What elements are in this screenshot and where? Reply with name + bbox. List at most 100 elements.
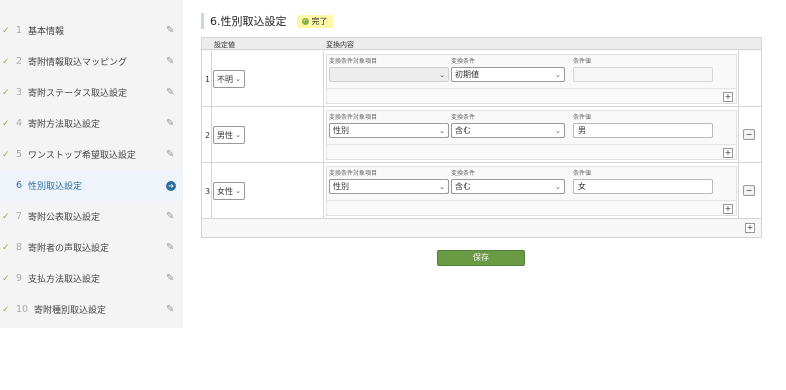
chevron-down-icon: ⌄ xyxy=(235,131,241,139)
row-index: 3 xyxy=(205,186,211,196)
value-label: 条件値 xyxy=(573,170,592,177)
step-label: 基本情報 xyxy=(28,27,65,37)
condition-value: 含む xyxy=(455,126,471,135)
step-label: 寄附情報取込マッピング xyxy=(28,58,128,68)
divider xyxy=(738,51,739,107)
step-number: 7 xyxy=(16,211,23,222)
check-icon: ✓ xyxy=(2,25,10,36)
col-setting-header: 設定値 xyxy=(214,41,235,49)
sidebar-step-7[interactable]: ✓ 7 寄附公表取込設定 ✎ xyxy=(0,201,183,232)
step-number: 5 xyxy=(16,149,23,160)
pencil-icon[interactable]: ✎ xyxy=(166,242,174,253)
pencil-icon[interactable]: ✎ xyxy=(166,304,174,315)
target-select[interactable]: 性別 ⌄ xyxy=(329,179,449,194)
divider xyxy=(211,107,212,163)
step-number: 2 xyxy=(16,56,23,67)
sidebar-step-8[interactable]: ✓ 8 寄附者の声取込設定 ✎ xyxy=(0,232,183,263)
setting-value: 不明 xyxy=(217,74,233,84)
condition-value-input[interactable]: 男 xyxy=(573,123,713,138)
pencil-icon[interactable]: ✎ xyxy=(166,211,174,222)
arrow-circle-icon[interactable]: ➜ xyxy=(166,180,176,191)
divider xyxy=(327,88,736,89)
chevron-down-icon: ⌄ xyxy=(555,182,561,191)
divider xyxy=(211,51,212,107)
step-label: 寄附者の声取込設定 xyxy=(28,244,110,254)
pencil-icon[interactable]: ✎ xyxy=(166,118,174,129)
condition-group: 変換条件対象項目 変換条件 条件値 性別 ⌄ 含む ⌄ 女 + xyxy=(326,166,737,216)
page-title: 6.性別取込設定 xyxy=(210,15,287,28)
sidebar-step-10[interactable]: ✓ 10 寄附種別取込設定 ✎ xyxy=(0,294,183,325)
condition-label: 変換条件 xyxy=(451,170,476,177)
add-condition-button[interactable]: + xyxy=(723,148,733,158)
setting-select[interactable]: 不明 ⌄ xyxy=(213,70,245,88)
setting-value: 女性 xyxy=(217,186,233,196)
step-label: ワンストップ希望取込設定 xyxy=(28,151,136,161)
sidebar-step-1[interactable]: ✓ 1 基本情報 ✎ xyxy=(0,15,183,46)
condition-value-text: 男 xyxy=(578,126,586,135)
divider xyxy=(211,163,212,219)
condition-value-input[interactable] xyxy=(573,67,713,82)
sidebar-step-9[interactable]: ✓ 9 支払方法取込設定 ✎ xyxy=(0,263,183,294)
divider xyxy=(323,163,324,219)
step-number: 8 xyxy=(16,242,23,253)
check-icon: ✓ xyxy=(2,242,10,253)
divider xyxy=(323,107,324,163)
step-number: 1 xyxy=(16,25,23,36)
target-select[interactable]: 性別 ⌄ xyxy=(329,123,449,138)
pencil-icon[interactable]: ✎ xyxy=(166,149,174,160)
setting-select[interactable]: 女性 ⌄ xyxy=(213,182,245,200)
condition-value: 初期値 xyxy=(455,70,479,79)
condition-label: 変換条件 xyxy=(451,58,476,65)
condition-group: 変換条件対象項目 変換条件 条件値 ⌄ 初期値 ⌄ + xyxy=(326,54,737,104)
add-condition-button[interactable]: + xyxy=(723,204,733,214)
condition-value-input[interactable]: 女 xyxy=(573,179,713,194)
conversion-table: 設定値 変換内容 1 不明 ⌄ 変換条件対象項目 変換条件 条件値 ⌄ 初期値 ⌄ +2 男性 ⌄ 変換… xyxy=(201,37,762,238)
chevron-down-icon: ⌄ xyxy=(235,75,241,83)
step-number: 3 xyxy=(16,87,23,98)
target-value: 性別 xyxy=(333,182,349,191)
step-number: 6 xyxy=(16,180,23,191)
condition-value: 含む xyxy=(455,182,471,191)
sidebar-step-6[interactable]: 6 性別取込設定 ➜ xyxy=(0,170,183,201)
check-icon: ✓ xyxy=(2,149,10,160)
status-badge-label: 完了 xyxy=(311,16,328,26)
col-conversion-header: 変換内容 xyxy=(326,41,354,49)
target-select[interactable]: ⌄ xyxy=(329,67,449,82)
chevron-down-icon: ⌄ xyxy=(235,187,241,195)
pencil-icon[interactable]: ✎ xyxy=(166,87,174,98)
step-number: 4 xyxy=(16,118,23,129)
setting-select[interactable]: 男性 ⌄ xyxy=(213,126,245,144)
status-badge: ✓ 完了 xyxy=(296,14,333,28)
chevron-down-icon: ⌄ xyxy=(439,126,445,135)
sidebar-step-3[interactable]: ✓ 3 寄附ステータス取込設定 ✎ xyxy=(0,77,183,108)
row-index: 1 xyxy=(205,74,211,84)
value-label: 条件値 xyxy=(573,58,592,65)
setting-value: 男性 xyxy=(217,130,233,140)
add-condition-button[interactable]: + xyxy=(723,92,733,102)
remove-row-button[interactable]: − xyxy=(743,129,755,140)
target-label: 変換条件対象項目 xyxy=(329,114,378,121)
row-index: 2 xyxy=(205,130,211,140)
condition-select[interactable]: 含む ⌄ xyxy=(451,179,565,194)
remove-row-button[interactable]: − xyxy=(743,185,755,196)
condition-select[interactable]: 含む ⌄ xyxy=(451,123,565,138)
add-row-button[interactable]: + xyxy=(745,223,755,233)
table-row: 2 男性 ⌄ 変換条件対象項目 変換条件 条件値 性別 ⌄ 含む ⌄ 男 + − xyxy=(202,107,761,163)
condition-select[interactable]: 初期値 ⌄ xyxy=(451,67,565,82)
step-label: 寄附方法取込設定 xyxy=(28,120,101,130)
pencil-icon[interactable]: ✎ xyxy=(166,56,174,67)
sidebar-step-2[interactable]: ✓ 2 寄附情報取込マッピング ✎ xyxy=(0,46,183,77)
sidebar-step-4[interactable]: ✓ 4 寄附方法取込設定 ✎ xyxy=(0,108,183,139)
target-label: 変換条件対象項目 xyxy=(329,170,378,177)
sidebar-step-5[interactable]: ✓ 5 ワンストップ希望取込設定 ✎ xyxy=(0,139,183,170)
section-header: 6.性別取込設定 ✓ 完了 xyxy=(201,13,333,29)
pencil-icon[interactable]: ✎ xyxy=(166,25,174,36)
pencil-icon[interactable]: ✎ xyxy=(166,273,174,284)
check-icon: ✓ xyxy=(2,56,10,67)
divider xyxy=(327,200,736,201)
divider xyxy=(327,144,736,145)
save-button[interactable]: 保存 xyxy=(437,250,525,266)
condition-value-text: 女 xyxy=(578,182,586,191)
value-label: 条件値 xyxy=(573,114,592,121)
check-icon: ✓ xyxy=(2,87,10,98)
